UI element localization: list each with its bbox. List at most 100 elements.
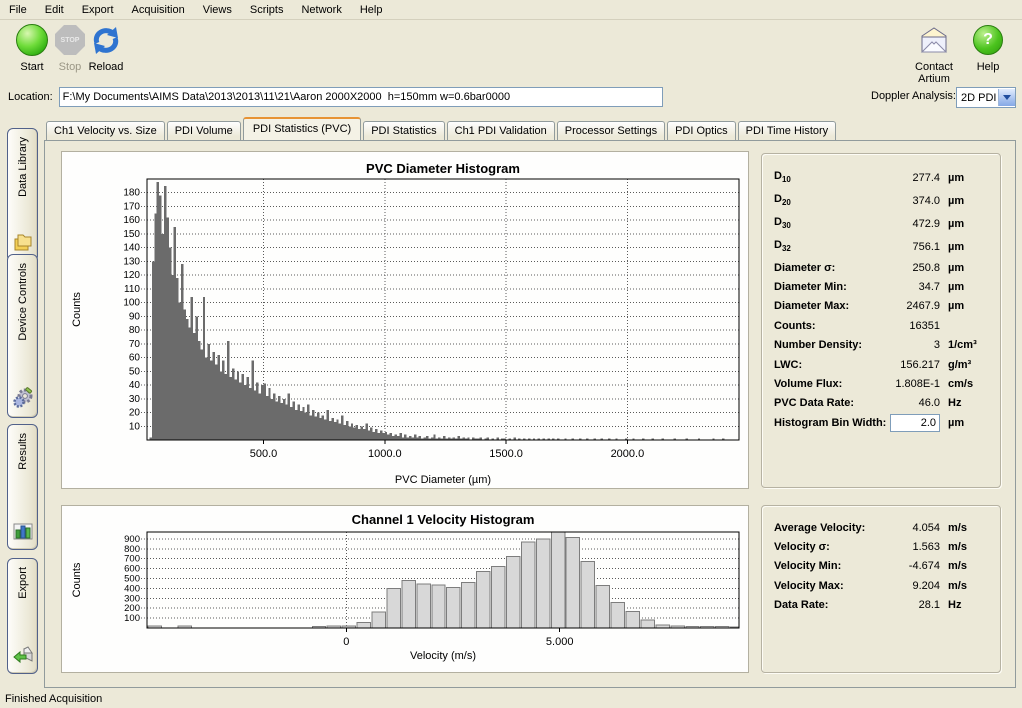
tab-strip: Ch1 Velocity vs. SizePDI VolumePDI Stati… <box>46 117 838 140</box>
stat-value: 34.7 <box>878 281 940 293</box>
sidebar: Data Library Device Controls Results <box>0 112 42 688</box>
contact-artium-button[interactable]: Contact Artium <box>904 22 964 85</box>
folders-icon <box>12 233 34 253</box>
help-button[interactable]: ? Help <box>966 22 1010 73</box>
tab-pdi-statistics-pvc-[interactable]: PDI Statistics (PVC) <box>243 117 361 140</box>
tab-ch1-velocity-vs-size[interactable]: Ch1 Velocity vs. Size <box>46 121 165 140</box>
svg-text:20: 20 <box>129 408 141 419</box>
svg-text:130: 130 <box>123 256 140 267</box>
svg-text:1000.0: 1000.0 <box>368 448 402 460</box>
stat-label: Average Velocity: <box>774 522 878 534</box>
menu-item-export[interactable]: Export <box>73 2 123 18</box>
stat-label: Diameter σ: <box>774 262 878 274</box>
stat-row: Diameter σ:250.8µm <box>774 258 990 277</box>
sidebar-item-label: Device Controls <box>17 263 29 341</box>
doppler-analysis-select[interactable]: 2D PDI <box>956 87 1016 108</box>
svg-text:PVC Diameter Histogram: PVC Diameter Histogram <box>366 161 520 176</box>
svg-text:160: 160 <box>123 215 140 226</box>
stat-unit: 1/cm³ <box>940 339 990 351</box>
stat-unit: Hz <box>940 599 990 611</box>
tab-pdi-optics[interactable]: PDI Optics <box>667 121 736 140</box>
sidebar-item-results[interactable]: Results <box>7 424 38 550</box>
svg-text:180: 180 <box>123 188 140 199</box>
svg-text:Counts: Counts <box>71 292 83 327</box>
stat-label: Counts: <box>774 320 878 332</box>
stat-label: Volume Flux: <box>774 378 878 390</box>
svg-text:400: 400 <box>124 583 140 594</box>
stat-value: 3 <box>878 339 940 351</box>
svg-text:600: 600 <box>124 564 140 575</box>
menu-item-network[interactable]: Network <box>292 2 350 18</box>
sidebar-item-device-controls[interactable]: Device Controls <box>7 254 38 418</box>
doppler-analysis-value: 2D PDI <box>957 92 998 104</box>
stat-value: 28.1 <box>878 599 940 611</box>
stat-row: Diameter Max:2467.9µm <box>774 297 990 316</box>
sidebar-item-data-library[interactable]: Data Library <box>7 128 38 262</box>
menu-item-file[interactable]: File <box>0 2 36 18</box>
svg-text:1500.0: 1500.0 <box>489 448 523 460</box>
status-bar: Finished Acquisition <box>0 689 1022 708</box>
pvc-diameter-histogram-panel: 1020304050607080901001101201301401501601… <box>61 151 749 489</box>
svg-text:90: 90 <box>129 311 141 322</box>
svg-text:150: 150 <box>123 229 140 240</box>
tab-processor-settings[interactable]: Processor Settings <box>557 121 665 140</box>
reload-button[interactable]: Reload <box>78 22 134 73</box>
help-button-label: Help <box>966 61 1010 73</box>
menu-bar: FileEditExportAcquisitionViewsScriptsNet… <box>0 0 1022 20</box>
envelope-icon <box>917 26 951 54</box>
stat-row: LWC:156.217g/m³ <box>774 355 990 374</box>
diameter-statistics-groupbox: D10277.4µmD20374.0µmD30472.9µmD32756.1µm… <box>761 153 1001 488</box>
status-text: Finished Acquisition <box>5 693 102 705</box>
stat-value: 4.054 <box>878 522 940 534</box>
stat-label: PVC Data Rate: <box>774 397 878 409</box>
stat-unit: µm <box>940 281 990 293</box>
help-icon: ? <box>973 25 1003 55</box>
sidebar-item-export[interactable]: Export <box>7 558 38 674</box>
svg-text:300: 300 <box>124 593 140 604</box>
menu-item-acquisition[interactable]: Acquisition <box>123 2 194 18</box>
stat-row: D20374.0µm <box>774 189 990 212</box>
location-input[interactable] <box>59 87 663 107</box>
chevron-down-icon[interactable] <box>998 89 1015 106</box>
stat-unit: µm <box>940 172 990 184</box>
tab-pdi-volume[interactable]: PDI Volume <box>167 121 241 140</box>
tab-page-pdi-statistics-pvc: 1020304050607080901001101201301401501601… <box>44 140 1016 688</box>
histogram-bin-width-input[interactable] <box>890 414 940 432</box>
menu-item-help[interactable]: Help <box>351 2 392 18</box>
svg-text:Counts: Counts <box>71 562 83 597</box>
svg-text:2000.0: 2000.0 <box>611 448 645 460</box>
stat-unit: µm <box>940 195 990 207</box>
velocity-histogram-panel: 10020030040050060070080090005.000Channel… <box>61 505 749 673</box>
menu-item-scripts[interactable]: Scripts <box>241 2 293 18</box>
stat-label: D20 <box>774 193 878 207</box>
stat-label: D10 <box>774 170 878 184</box>
stat-row: Velocity Min:-4.674m/s <box>774 557 990 576</box>
stat-label: D30 <box>774 216 878 230</box>
tab-pdi-statistics[interactable]: PDI Statistics <box>363 121 444 140</box>
stat-label: Histogram Bin Width: <box>774 417 890 429</box>
svg-text:500: 500 <box>124 574 140 585</box>
svg-text:60: 60 <box>129 353 141 364</box>
velocity-statistics-groupbox: Average Velocity:4.054m/sVelocity σ:1.56… <box>761 505 1001 673</box>
menu-item-views[interactable]: Views <box>194 2 241 18</box>
sidebar-item-label: Results <box>17 433 29 470</box>
svg-text:PVC Diameter (µm): PVC Diameter (µm) <box>395 474 491 486</box>
sidebar-item-label: Data Library <box>17 137 29 197</box>
aims-application-window: FileEditExportAcquisitionViewsScriptsNet… <box>0 0 1022 708</box>
stat-value: 1.563 <box>878 541 940 553</box>
stat-row: Histogram Bin Width:µm <box>774 413 990 432</box>
menu-item-edit[interactable]: Edit <box>36 2 73 18</box>
tab-pdi-time-history[interactable]: PDI Time History <box>738 121 837 140</box>
results-chart-icon <box>12 521 34 541</box>
svg-text:110: 110 <box>124 284 140 295</box>
stat-value: 472.9 <box>878 218 940 230</box>
stat-row: Velocity Max:9.204m/s <box>774 576 990 595</box>
stat-unit: m/s <box>940 580 990 592</box>
stat-unit: m/s <box>940 560 990 572</box>
tab-ch1-pdi-validation[interactable]: Ch1 PDI Validation <box>447 121 555 140</box>
svg-text:30: 30 <box>129 394 141 405</box>
svg-text:800: 800 <box>124 544 140 555</box>
stat-unit: g/m³ <box>940 359 990 371</box>
location-row: Location: Doppler Analysis: 2D PDI <box>0 84 1022 110</box>
svg-text:Channel 1 Velocity Histogram: Channel 1 Velocity Histogram <box>352 512 535 527</box>
